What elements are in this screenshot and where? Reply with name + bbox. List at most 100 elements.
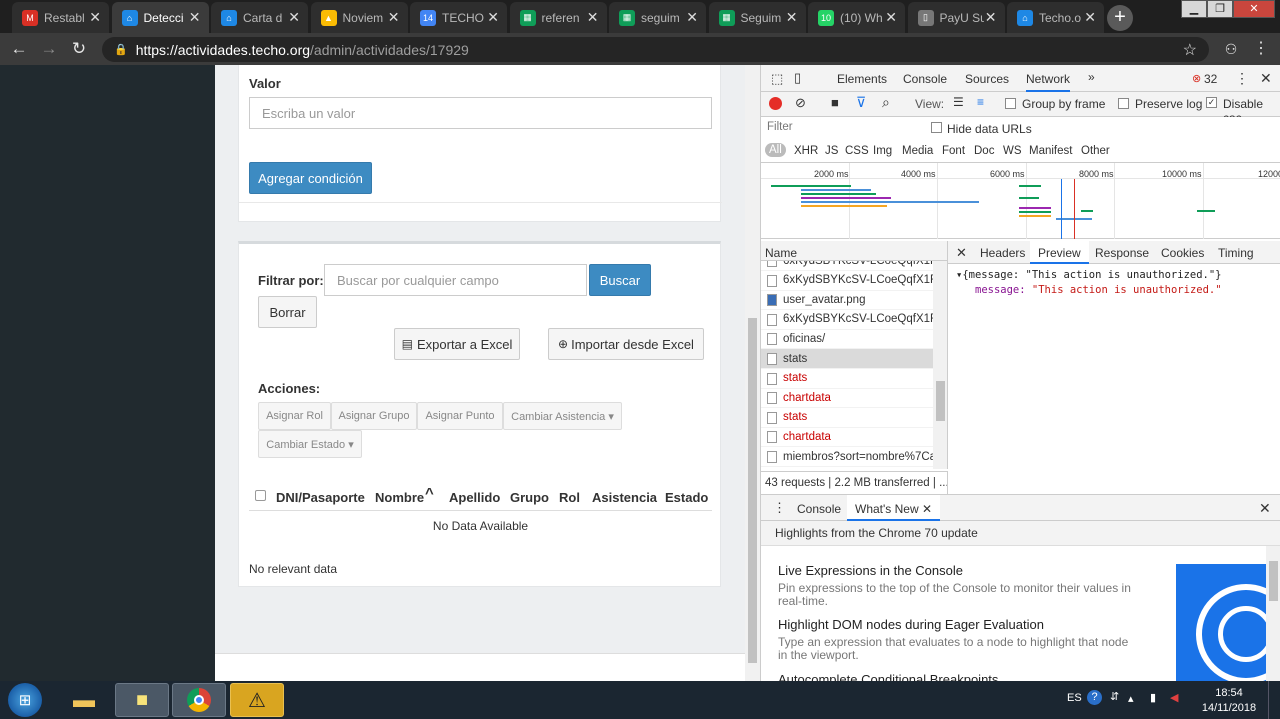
filter-doc[interactable]: Doc <box>974 145 994 157</box>
battery-icon[interactable]: ▮ <box>1150 691 1156 704</box>
tab-cookies[interactable]: Cookies <box>1161 246 1204 260</box>
close-detail-icon[interactable]: ✕ <box>956 245 967 261</box>
request-row[interactable]: chartdata <box>761 388 933 409</box>
volume-muted-icon[interactable]: ◀ <box>1170 691 1178 704</box>
filter-funnel-icon[interactable]: ⊽ <box>856 94 866 111</box>
minimize-button[interactable]: ▁ <box>1181 0 1207 18</box>
filter-js[interactable]: JS <box>825 145 838 157</box>
forward-icon[interactable]: → <box>38 38 60 60</box>
filter-ws[interactable]: WS <box>1003 145 1022 157</box>
importar-excel-button[interactable]: ⊕ Importar desde Excel <box>548 328 704 360</box>
browser-tab[interactable]: M Restabl ✕ <box>12 2 109 33</box>
hide-data-urls-checkbox[interactable] <box>931 122 942 133</box>
name-column-header[interactable]: Name <box>761 241 948 261</box>
close-tab-icon[interactable]: ✕ <box>922 502 932 516</box>
tab-console[interactable]: Console <box>903 72 947 86</box>
request-row[interactable]: miembros?sort=nombre%7Ca <box>761 447 933 467</box>
device-toolbar-icon[interactable]: ▯ <box>794 70 801 86</box>
browser-tab[interactable]: ⌂ Carta d ✕ <box>211 2 308 33</box>
filter-media[interactable]: Media <box>902 145 933 157</box>
request-row[interactable]: 6xKydSBYKcSV-LCoeQqfX1RY. <box>761 261 933 271</box>
close-tab-icon[interactable]: ✕ <box>985 9 997 26</box>
reload-icon[interactable]: ↻ <box>68 38 90 60</box>
tab-network[interactable]: Network <box>1026 72 1071 92</box>
settings-dots-icon[interactable]: ⋮ <box>1235 70 1249 87</box>
browser-tab[interactable]: ▲ Noviem ✕ <box>310 2 408 33</box>
drawer-scroll-thumb[interactable] <box>1269 561 1278 601</box>
request-scroll-thumb[interactable] <box>936 381 945 421</box>
clock-date[interactable]: 14/11/2018 <box>1200 702 1258 714</box>
back-icon[interactable]: ← <box>8 38 30 60</box>
whats-new-title[interactable]: Live Expressions in the Console <box>778 563 963 578</box>
help-icon[interactable]: ? <box>1087 690 1102 705</box>
cambiar-estado-dropdown[interactable]: Cambiar Estado ▾ <box>258 430 362 458</box>
asignar-grupo-button[interactable]: Asignar Grupo <box>331 402 417 430</box>
show-hidden-icons[interactable]: ▴ <box>1128 692 1134 705</box>
whats-new-title[interactable]: Autocomplete Conditional Breakpoints <box>778 672 998 681</box>
filter-xhr[interactable]: XHR <box>794 145 818 157</box>
close-tab-icon[interactable]: ✕ <box>786 9 798 26</box>
borrar-button[interactable]: Borrar <box>258 296 317 328</box>
col-dni[interactable]: DNI/Pasaporte <box>276 490 365 505</box>
large-rows-icon[interactable]: ☰ <box>953 95 964 109</box>
request-row[interactable]: user_avatar.png <box>761 290 933 311</box>
page-scrollbar[interactable] <box>745 65 760 681</box>
waterfall-icon[interactable]: ≡ <box>977 95 984 109</box>
explorer-icon[interactable]: ▬ <box>57 683 111 717</box>
page-scrollbar-thumb[interactable] <box>748 318 757 663</box>
browser-tab[interactable]: ▦ Seguim ✕ <box>708 2 806 33</box>
network-filter-input[interactable]: Filter <box>764 121 918 137</box>
browser-tab[interactable]: ▦ referen ✕ <box>509 2 607 33</box>
close-tab-icon[interactable]: ✕ <box>686 9 698 26</box>
sticky-notes-icon[interactable]: ■ <box>115 683 169 717</box>
browser-tab[interactable]: ▦ seguim ✕ <box>609 2 706 33</box>
col-apellido[interactable]: Apellido <box>449 490 500 505</box>
request-row[interactable]: oficinas/ <box>761 329 933 350</box>
close-tab-icon[interactable]: ✕ <box>388 9 400 26</box>
drawer-tab-whats-new[interactable]: What's New ✕ <box>847 495 941 521</box>
request-row[interactable]: stats <box>761 408 933 428</box>
bookmark-star-icon[interactable]: ☆ <box>1183 40 1197 60</box>
browser-tab[interactable]: 10 (10) Wh ✕ <box>808 2 905 33</box>
tab-sources[interactable]: Sources <box>965 72 1009 86</box>
browser-tab[interactable]: ⌂ Detecci ✕ <box>111 2 209 33</box>
drawer-scrollbar[interactable] <box>1266 546 1280 681</box>
request-row[interactable]: 6xKydSBYKcSV-LCoeQqfX1RY. <box>761 271 933 291</box>
filter-css[interactable]: CSS <box>845 145 869 157</box>
agregar-condicion-button[interactable]: Agregar condición <box>249 162 372 194</box>
new-tab-button[interactable]: + <box>1107 5 1133 31</box>
close-tab-icon[interactable]: ✕ <box>288 9 300 26</box>
network-overview-timeline[interactable]: 2000 ms 4000 ms 6000 ms 8000 ms 10000 ms… <box>761 163 1280 239</box>
screenshot-icon[interactable]: ■ <box>831 95 839 110</box>
drawer-tab-console[interactable]: Console <box>797 502 841 516</box>
start-button[interactable]: ⊞ <box>8 683 42 717</box>
record-icon[interactable] <box>769 97 782 110</box>
group-by-frame-checkbox[interactable] <box>1005 98 1016 109</box>
request-row[interactable]: stats <box>761 349 933 369</box>
search-input[interactable]: Buscar por cualquier campo <box>324 264 587 296</box>
preserve-log-checkbox[interactable] <box>1118 98 1129 109</box>
tab-response[interactable]: Response <box>1095 246 1149 260</box>
request-list-scrollbar[interactable] <box>933 261 948 469</box>
address-bar[interactable]: 🔒 https://actividades.techo.org/admin/ac… <box>102 37 1209 62</box>
extension-icon[interactable]: ⚇ <box>1220 38 1242 60</box>
close-tab-icon[interactable]: ✕ <box>885 9 897 26</box>
clock-time[interactable]: 18:54 <box>1201 687 1257 699</box>
error-icon[interactable]: ⊗ <box>1192 72 1201 85</box>
cambiar-asistencia-dropdown[interactable]: Cambiar Asistencia ▾ <box>503 402 622 430</box>
close-tab-icon[interactable]: ✕ <box>487 9 499 26</box>
close-devtools-icon[interactable]: ✕ <box>1260 70 1272 87</box>
tab-preview[interactable]: Preview <box>1030 241 1089 264</box>
preview-object[interactable]: ▾{message: "This action is unauthorized.… <box>956 269 1222 281</box>
show-desktop-button[interactable] <box>1268 681 1280 719</box>
col-rol[interactable]: Rol <box>559 490 580 505</box>
filter-all[interactable]: All <box>765 143 786 157</box>
browser-tab[interactable]: 14 TECHO ✕ <box>410 2 507 33</box>
request-row[interactable]: 6xKydSBYKcSV-LCoeQqfX1RY. <box>761 310 933 330</box>
col-grupo[interactable]: Grupo <box>510 490 549 505</box>
filter-img[interactable]: Img <box>873 145 892 157</box>
buscar-button[interactable]: Buscar <box>589 264 651 296</box>
browser-tab[interactable]: ▯ PayU Su ✕ <box>907 2 1005 33</box>
maximize-button[interactable]: ❐ <box>1207 0 1233 18</box>
request-row[interactable]: chartdata <box>761 427 933 448</box>
